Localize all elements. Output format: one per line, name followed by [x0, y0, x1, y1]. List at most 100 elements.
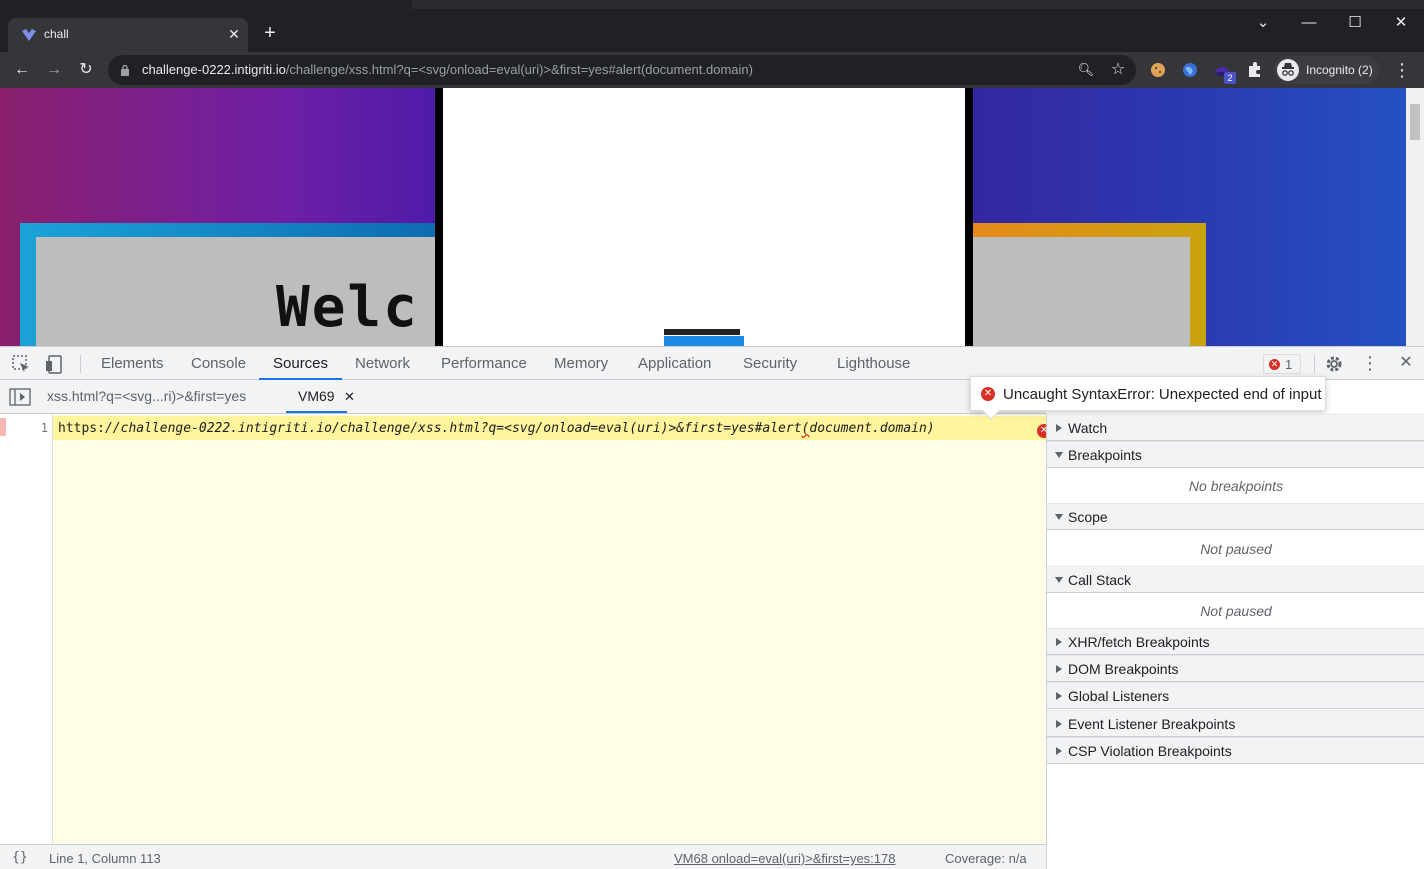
- scope-not-paused-text: Not paused: [1200, 541, 1272, 557]
- section-label: Scope: [1068, 509, 1108, 525]
- file-tab-xss-html[interactable]: xss.html?q=<svg...ri)>&first=yes: [47, 380, 246, 413]
- minimize-icon[interactable]: —: [1286, 10, 1332, 36]
- intigriti-favicon-icon: [22, 29, 36, 41]
- expand-triangle-icon: [1056, 665, 1062, 673]
- tab-close-icon[interactable]: ✕: [224, 24, 244, 44]
- browser-menu-icon[interactable]: ⋮: [1392, 58, 1412, 82]
- callstack-not-paused-text: Not paused: [1200, 603, 1272, 619]
- tab-application[interactable]: Application: [638, 347, 711, 380]
- new-tab-button[interactable]: +: [258, 22, 282, 46]
- tab-lighthouse[interactable]: Lighthouse: [837, 347, 910, 380]
- title-bar-strip: [0, 0, 1424, 10]
- tab-sources[interactable]: Sources: [258, 347, 343, 380]
- section-xhr-breakpoints[interactable]: XHR/fetch Breakpoints: [1047, 628, 1424, 655]
- error-count-badge[interactable]: ✕ 1: [1263, 354, 1301, 374]
- loading-bar-icon: [664, 329, 744, 346]
- error-count: 1: [1285, 357, 1293, 372]
- url-text[interactable]: challenge-0222.intigriti.io/challenge/xs…: [142, 62, 753, 77]
- code-tail: document.domain): [809, 421, 935, 436]
- url-path: /challenge/xss.html?q=<svg/onload=eval(u…: [285, 62, 753, 77]
- error-message: Uncaught SyntaxError: Unexpected end of …: [1003, 386, 1322, 403]
- tab-title: chall: [44, 27, 69, 41]
- inspect-element-icon[interactable]: [10, 353, 32, 375]
- tab-memory[interactable]: Memory: [554, 347, 608, 380]
- tab-network[interactable]: Network: [355, 347, 410, 380]
- debugger-sidebar: Watch Breakpoints No breakpoints Scope N…: [1046, 414, 1424, 869]
- forward-icon[interactable]: →: [41, 57, 67, 83]
- source-link[interactable]: VM68 onload=eval(uri)>&first=yes:178: [674, 851, 895, 866]
- section-watch[interactable]: Watch: [1047, 414, 1424, 441]
- title-bar: chall ✕ + ⌄ — ☐ ✕: [0, 0, 1424, 52]
- globe-extension-icon[interactable]: [1180, 60, 1200, 80]
- section-label: CSP Violation Breakpoints: [1068, 743, 1232, 759]
- tab-search-icon[interactable]: ⌄: [1240, 10, 1286, 36]
- tab-elements[interactable]: Elements: [101, 347, 164, 380]
- line-number[interactable]: 1: [0, 421, 48, 435]
- section-dom-breakpoints[interactable]: DOM Breakpoints: [1047, 655, 1424, 682]
- welcome-frame-right: [970, 223, 1206, 346]
- section-event-listener-breakpoints[interactable]: Event Listener Breakpoints: [1047, 710, 1424, 737]
- page-scrollbar[interactable]: [1406, 88, 1424, 346]
- cursor-position: Line 1, Column 113: [49, 851, 161, 866]
- back-icon[interactable]: ←: [9, 57, 35, 83]
- incognito-icon: [1277, 59, 1299, 81]
- page-scrollbar-thumb[interactable]: [1410, 104, 1420, 140]
- coverage-status: Coverage: n/a: [945, 851, 1027, 866]
- line-gutter: 1: [0, 414, 53, 844]
- close-file-tab-icon[interactable]: ✕: [344, 389, 355, 405]
- section-breakpoints[interactable]: Breakpoints: [1047, 441, 1424, 468]
- toolbar-divider: [80, 355, 81, 373]
- section-label: Event Listener Breakpoints: [1068, 716, 1236, 732]
- navigator-toggle-icon[interactable]: [9, 388, 31, 406]
- close-devtools-icon[interactable]: ✕: [1396, 351, 1416, 375]
- expand-triangle-icon: [1056, 720, 1062, 728]
- section-global-listeners[interactable]: Global Listeners: [1047, 682, 1424, 709]
- section-label: Breakpoints: [1068, 447, 1142, 463]
- error-icon: ✕: [981, 387, 995, 401]
- incognito-profile-button[interactable]: Incognito (2): [1274, 56, 1380, 84]
- error-icon: ✕: [1269, 359, 1280, 370]
- page-viewport: Welc: [0, 88, 1424, 346]
- section-scope[interactable]: Scope: [1047, 503, 1424, 530]
- expand-triangle-icon: [1056, 424, 1062, 432]
- close-window-icon[interactable]: ✕: [1378, 10, 1424, 36]
- cookie-extension-icon[interactable]: [1148, 60, 1168, 80]
- settings-gear-icon[interactable]: [1323, 353, 1345, 375]
- browser-tab[interactable]: chall ✕: [8, 18, 248, 52]
- collapse-triangle-icon: [1055, 514, 1063, 520]
- file-tab-vm69[interactable]: VM69: [286, 380, 347, 413]
- expand-triangle-icon: [1056, 638, 1062, 646]
- collapse-triangle-icon: [1055, 452, 1063, 458]
- code-comment: //challenge-0222.intigriti.io/challenge/…: [104, 421, 802, 436]
- section-call-stack[interactable]: Call Stack: [1047, 566, 1424, 593]
- section-label: Watch: [1068, 420, 1108, 436]
- code-line[interactable]: https://challenge-0222.intigriti.io/chal…: [53, 416, 1051, 440]
- code-editor[interactable]: 1 https://challenge-0222.intigriti.io/ch…: [0, 414, 1051, 844]
- code-text[interactable]: https://challenge-0222.intigriti.io/chal…: [58, 421, 935, 436]
- section-csp-breakpoints[interactable]: CSP Violation Breakpoints: [1047, 737, 1424, 764]
- sources-file-tabs: xss.html?q=<svg...ri)>&first=yes VM69 ✕: [0, 380, 1046, 414]
- reload-icon[interactable]: ↻: [73, 57, 99, 83]
- popup-content: [443, 88, 965, 346]
- more-options-icon[interactable]: ⋮: [1360, 351, 1380, 375]
- error-tooltip: ✕ Uncaught SyntaxError: Unexpected end o…: [970, 376, 1326, 420]
- code-scheme: https:: [58, 421, 105, 436]
- device-toolbar-icon[interactable]: [44, 353, 66, 375]
- bookmark-star-icon[interactable]: ☆: [1108, 60, 1128, 80]
- expand-triangle-icon: [1056, 747, 1062, 755]
- no-breakpoints-text: No breakpoints: [1188, 478, 1284, 494]
- toolbar-divider: [1314, 355, 1315, 373]
- tab-performance[interactable]: Performance: [441, 347, 527, 380]
- section-label: XHR/fetch Breakpoints: [1068, 634, 1210, 650]
- browser-toolbar: ← → ↻ challenge-0222.intigriti.io/challe…: [0, 52, 1424, 88]
- tab-security[interactable]: Security: [743, 347, 797, 380]
- maximize-icon[interactable]: ☐: [1332, 10, 1378, 36]
- zoom-icon[interactable]: 🔍︎: [1076, 61, 1096, 81]
- expand-triangle-icon: [1056, 692, 1062, 700]
- address-bar[interactable]: challenge-0222.intigriti.io/challenge/xs…: [108, 55, 1136, 85]
- section-label: DOM Breakpoints: [1068, 661, 1179, 677]
- tab-console[interactable]: Console: [191, 347, 246, 380]
- title-bar-strip-segment: [412, 0, 1424, 9]
- extensions-puzzle-icon[interactable]: [1245, 60, 1265, 80]
- pretty-print-icon[interactable]: {}: [12, 850, 28, 865]
